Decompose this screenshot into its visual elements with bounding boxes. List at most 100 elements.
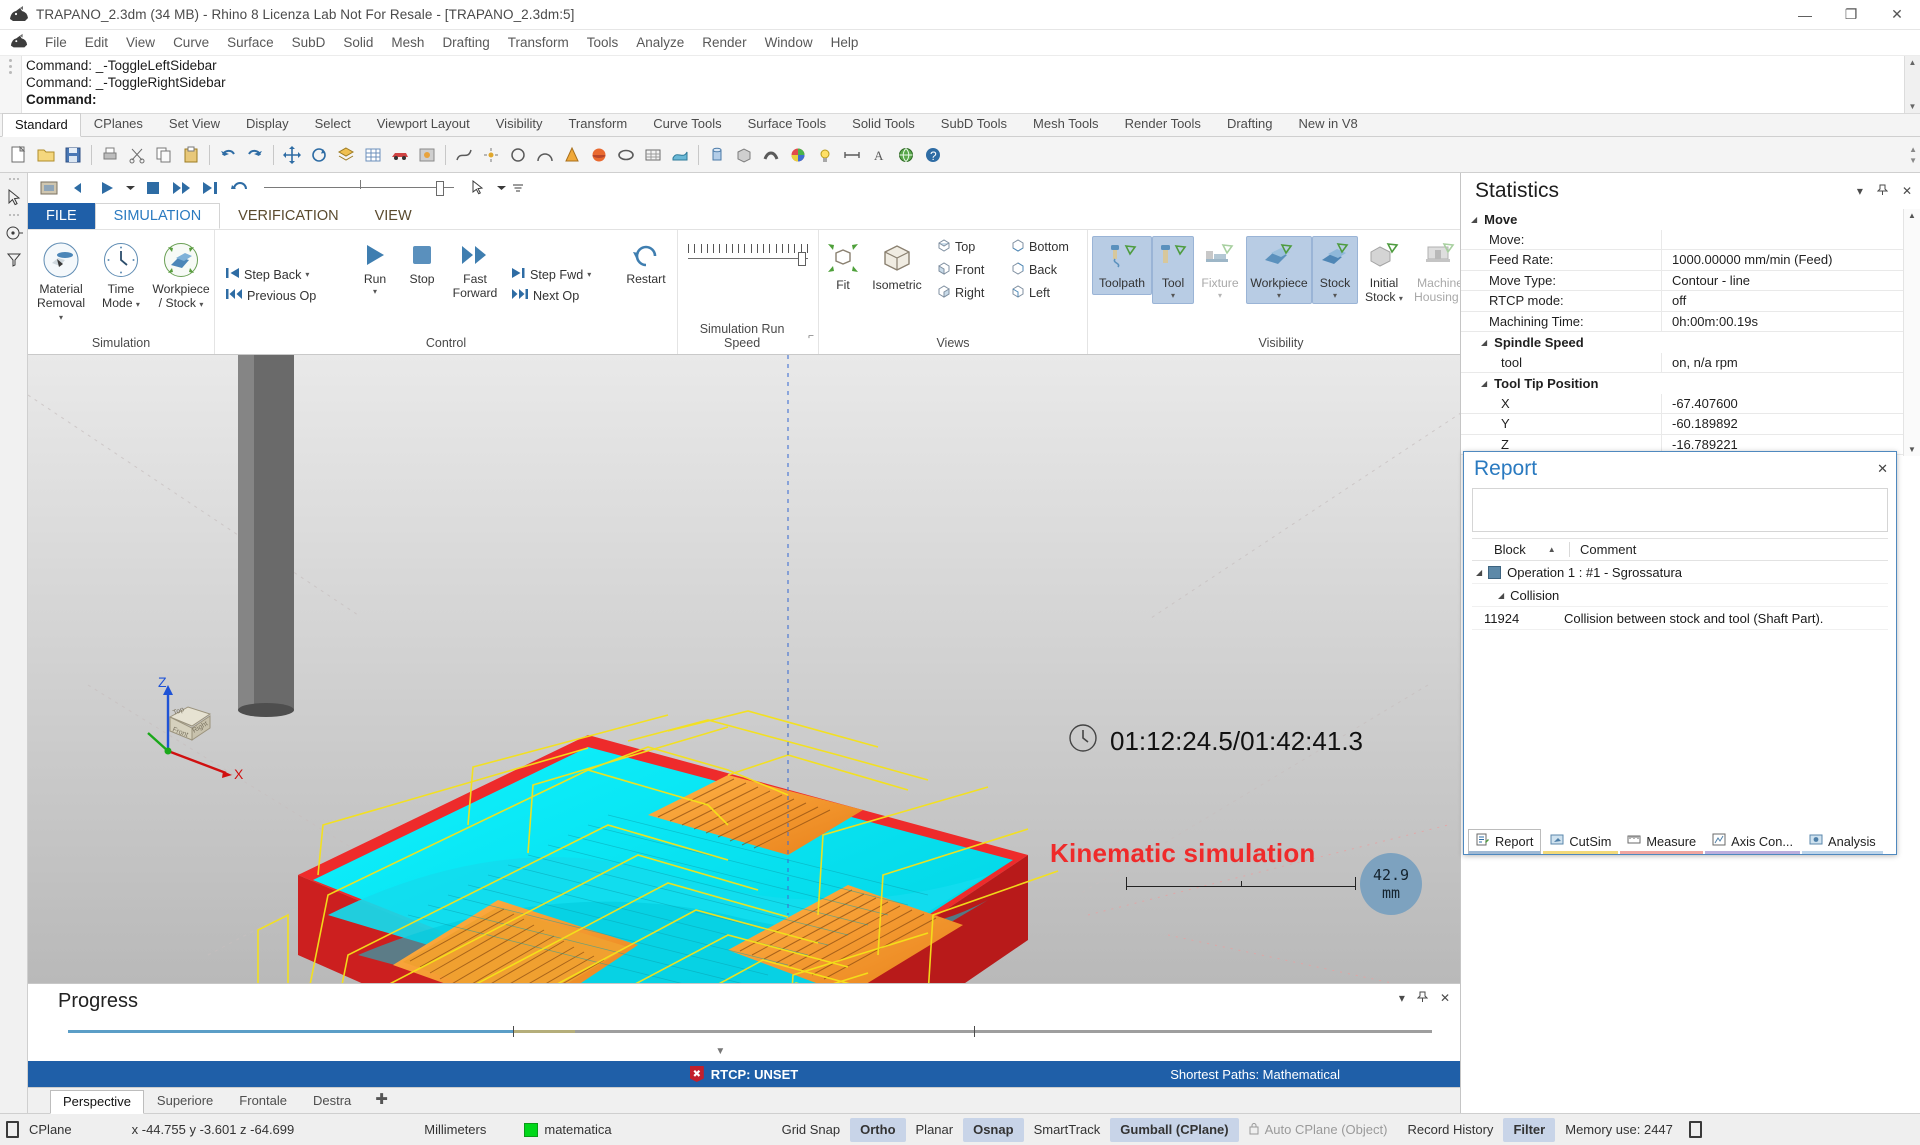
visibility-initial-stock-button[interactable]: Initial Stock ▾ (1358, 236, 1410, 309)
report-tab-axis-control[interactable]: Axis Con... (1705, 830, 1801, 854)
statistics-scroll-up-icon[interactable]: ▲ (1908, 211, 1916, 220)
print-icon[interactable] (97, 142, 123, 168)
sidebar-grip-2[interactable] (8, 211, 19, 219)
report-close-icon[interactable]: ✕ (1877, 461, 1888, 477)
menu-item-edit[interactable]: Edit (76, 32, 117, 53)
paste-icon[interactable] (178, 142, 204, 168)
restart-button[interactable]: Restart (619, 236, 673, 334)
step-back-button[interactable]: Step Back ▾ (219, 265, 351, 284)
menu-item-transform[interactable]: Transform (499, 32, 578, 53)
view-left-button[interactable]: Left (1005, 282, 1083, 303)
report-row-collision-group[interactable]: ◢ Collision (1472, 584, 1888, 607)
status-panel-toggle-icon[interactable] (1688, 1121, 1702, 1138)
light-icon[interactable] (812, 142, 838, 168)
dimension-icon[interactable] (839, 142, 865, 168)
fast-forward-button[interactable]: Fast Forward (447, 236, 503, 334)
circle-icon[interactable] (505, 142, 531, 168)
simulation-run-speed-slider[interactable] (688, 244, 808, 274)
rhino-tab-render-tools[interactable]: Render Tools (1112, 112, 1214, 136)
report-column-comment[interactable]: Comment (1570, 542, 1636, 557)
fit-view-button[interactable]: Fit (823, 236, 863, 297)
torus-icon[interactable] (613, 142, 639, 168)
render-preview-icon[interactable] (414, 142, 440, 168)
play-dropdown-icon[interactable] (123, 176, 137, 200)
report-tab-measure[interactable]: Measure (1620, 830, 1704, 854)
box-icon[interactable] (731, 142, 757, 168)
previous-op-button[interactable]: Previous Op (219, 286, 351, 305)
viewport-tab-superiore[interactable]: Superiore (144, 1089, 226, 1113)
menu-item-analyze[interactable]: Analyze (627, 32, 693, 53)
menu-item-subd[interactable]: SubD (283, 32, 335, 53)
cplane-origin-icon[interactable] (2, 221, 26, 245)
redo-icon[interactable] (242, 142, 268, 168)
report-expand-icon-2[interactable]: ◢ (1498, 591, 1504, 600)
rhino-tab-drafting[interactable]: Drafting (1214, 112, 1286, 136)
cam-tab-verification[interactable]: VERIFICATION (220, 203, 356, 229)
status-toggle-smarttrack[interactable]: SmartTrack (1024, 1118, 1111, 1142)
cam-tab-file[interactable]: FILE (28, 203, 95, 229)
help-icon[interactable]: ? (920, 142, 946, 168)
copy-icon[interactable] (151, 142, 177, 168)
cam-tab-simulation[interactable]: SIMULATION (94, 203, 221, 229)
save-file-icon[interactable] (60, 142, 86, 168)
visibility-tool-button[interactable]: Tool ▾ (1152, 236, 1194, 304)
visibility-workpiece-button[interactable]: Workpiece ▾ (1246, 236, 1312, 304)
select-arrow-icon[interactable] (2, 185, 26, 209)
sidebar-grip[interactable] (8, 175, 19, 183)
car-icon[interactable] (387, 142, 413, 168)
command-prompt[interactable]: Command: (26, 91, 1904, 108)
cam-tab-view[interactable]: VIEW (357, 203, 430, 229)
progress-expander-icon[interactable]: ▼ (715, 1046, 725, 1057)
menu-item-mesh[interactable]: Mesh (382, 32, 433, 53)
menu-item-window[interactable]: Window (756, 32, 822, 53)
rhino-tab-mesh-tools[interactable]: Mesh Tools (1020, 112, 1112, 136)
view-bottom-button[interactable]: Bottom (1005, 236, 1083, 257)
viewport-tab-destra[interactable]: Destra (300, 1089, 364, 1113)
run-speed-dialog-launcher-icon[interactable]: ⌐ (808, 331, 814, 342)
text-icon[interactable]: A (866, 142, 892, 168)
surface-icon[interactable] (667, 142, 693, 168)
menu-item-drafting[interactable]: Drafting (433, 32, 498, 53)
rhino-tab-new-in-v8[interactable]: New in V8 (1285, 112, 1370, 136)
undo-icon[interactable] (215, 142, 241, 168)
close-button[interactable]: ✕ (1874, 0, 1920, 30)
point-icon[interactable] (478, 142, 504, 168)
rhino-tab-visibility[interactable]: Visibility (483, 112, 556, 136)
grid-icon[interactable] (360, 142, 386, 168)
statistics-group-move[interactable]: ◢ Move (1461, 209, 1920, 230)
viewport-tab-frontale[interactable]: Frontale (226, 1089, 300, 1113)
report-expand-icon-1[interactable]: ◢ (1476, 568, 1482, 577)
status-toggle-gumball[interactable]: Gumball (CPlane) (1110, 1117, 1239, 1142)
cone-icon[interactable] (559, 142, 585, 168)
progress-pin-icon[interactable] (1416, 991, 1429, 1006)
report-column-block[interactable]: Block (1494, 542, 1526, 557)
statistics-pin-icon[interactable] (1876, 184, 1889, 199)
progress-close-icon[interactable]: ✕ (1440, 991, 1450, 1006)
run-caret-icon[interactable]: ▾ (373, 287, 377, 296)
rhino-tab-standard[interactable]: Standard (2, 113, 81, 137)
machine-setup-icon[interactable] (36, 176, 62, 200)
statistics-menu-icon[interactable]: ▾ (1857, 184, 1863, 199)
minimize-button[interactable]: — (1782, 0, 1828, 30)
report-search-box[interactable] (1472, 488, 1888, 532)
menu-item-curve[interactable]: Curve (164, 32, 218, 53)
statistics-group-spindle-speed[interactable]: ◢ Spindle Speed (1461, 332, 1920, 353)
step-fwd-button[interactable]: Step Fwd ▾ (505, 265, 617, 284)
material-removal-button[interactable]: Material Removal ▾ (32, 236, 90, 329)
report-tab-analysis[interactable]: Analysis (1802, 830, 1883, 854)
statistics-group-tool-tip-position[interactable]: ◢ Tool Tip Position (1461, 373, 1920, 394)
restart-sim-icon[interactable] (65, 176, 91, 200)
menu-item-render[interactable]: Render (693, 32, 755, 53)
next-op-button[interactable]: Next Op (505, 286, 617, 305)
pipe-icon[interactable] (758, 142, 784, 168)
colorwheel-icon[interactable] (785, 142, 811, 168)
status-units[interactable]: Millimeters (414, 1118, 496, 1142)
visibility-toolpath-button[interactable]: Toolpath (1092, 236, 1152, 295)
cylinder-icon[interactable] (704, 142, 730, 168)
qat-customize-icon[interactable] (511, 176, 525, 200)
toolbar-overflow[interactable]: ▲ ▼ (1909, 145, 1920, 165)
collapse-triangle-icon-2[interactable]: ◢ (1481, 338, 1487, 347)
play-icon[interactable] (94, 176, 120, 200)
viewport-tab-perspective[interactable]: Perspective (50, 1090, 144, 1114)
simulation-viewport[interactable]: 01:12:24.5/01:42:41.3 Kinematic simulati… (28, 355, 1460, 983)
